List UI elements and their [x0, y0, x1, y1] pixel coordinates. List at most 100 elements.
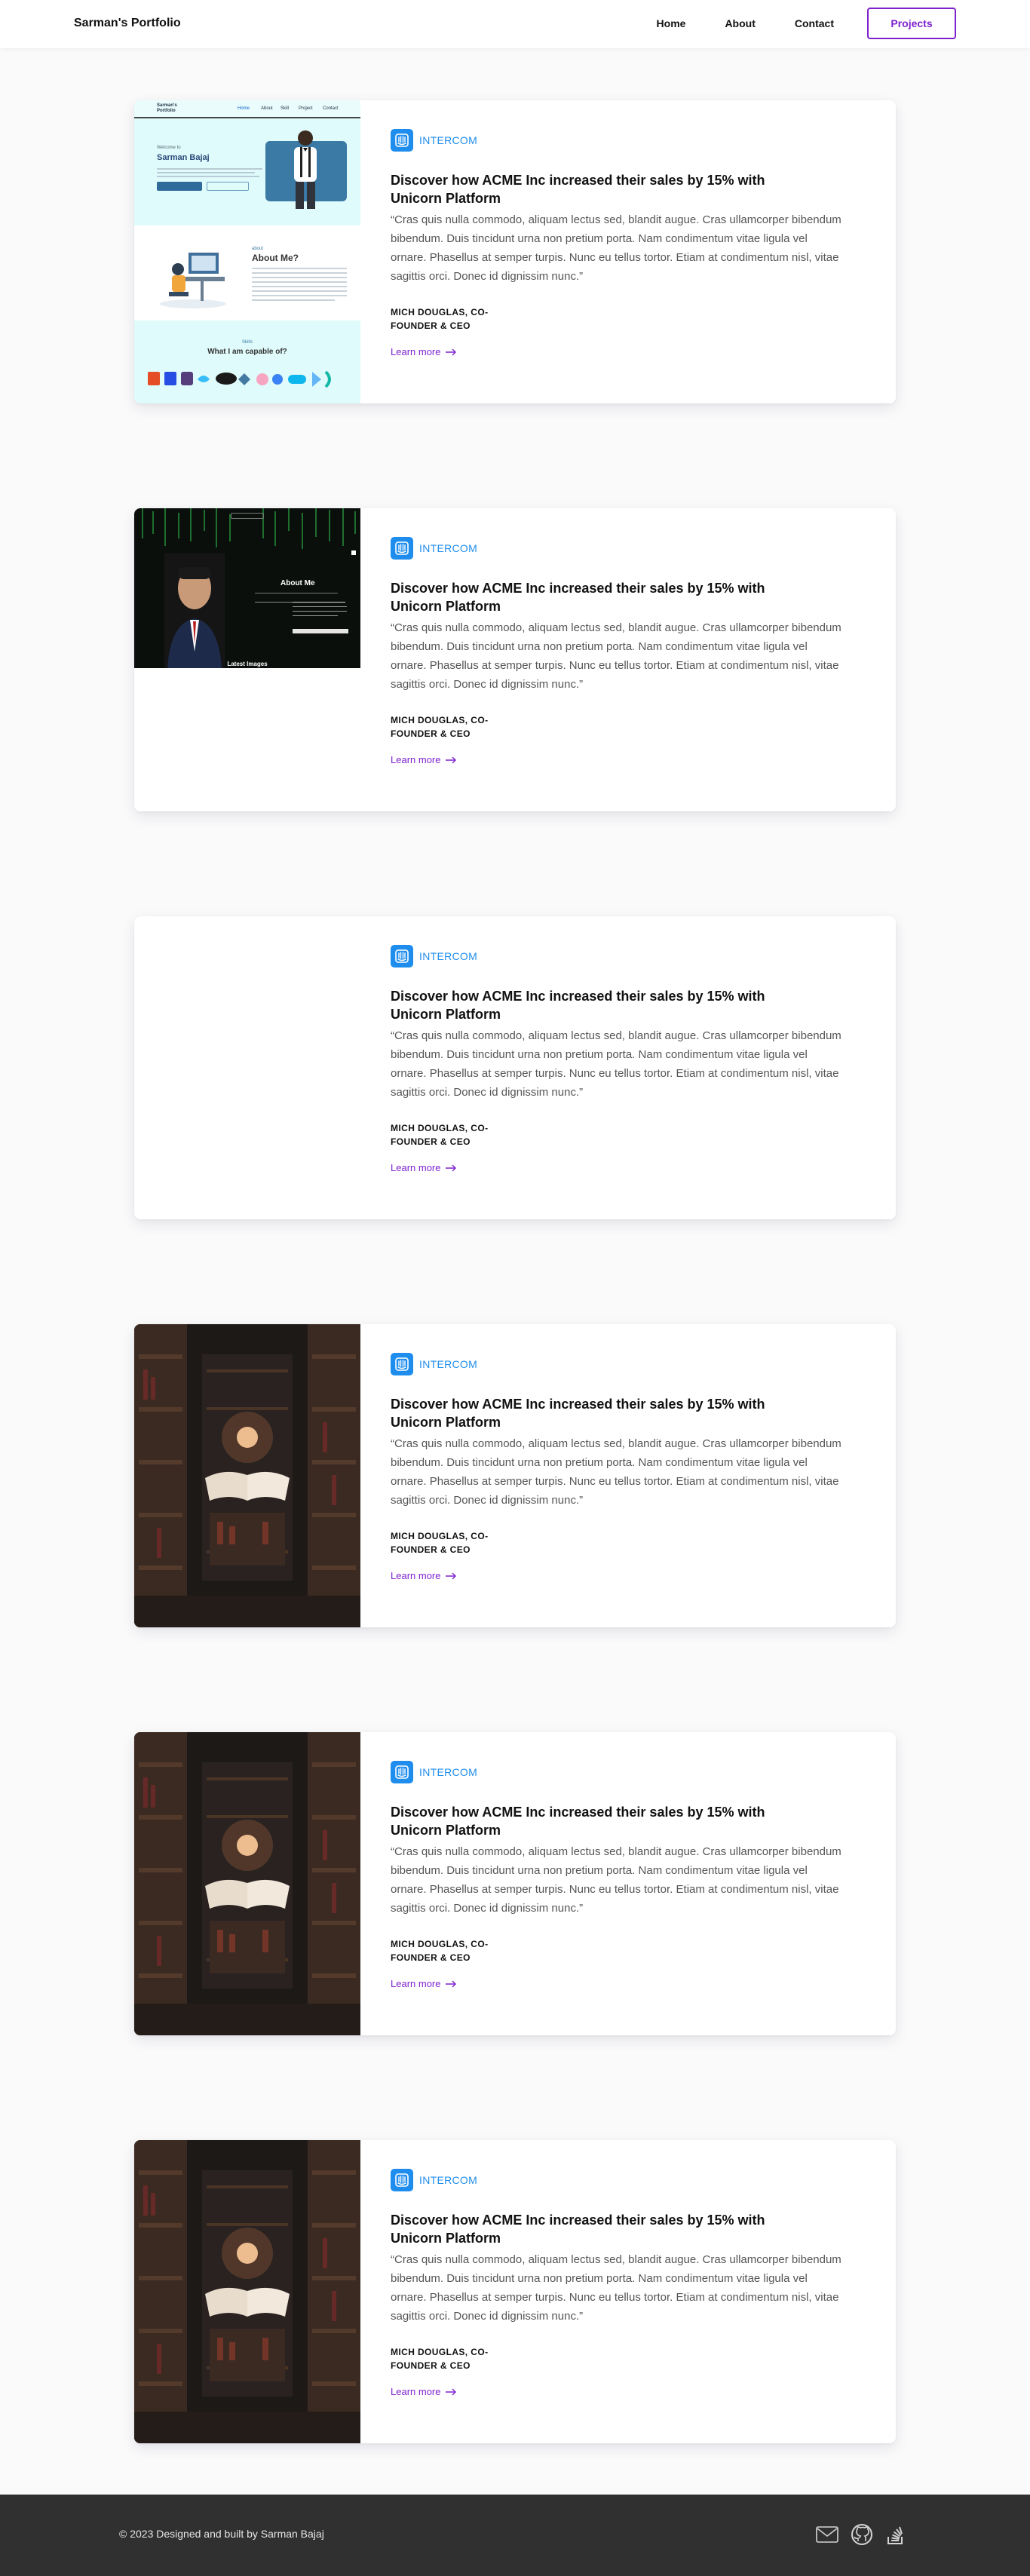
screenshot-about-title: About Me — [280, 579, 315, 587]
screenshot-nav-skill: Skill — [280, 106, 290, 111]
project-card: INTERCOM Discover how ACME Inc increased… — [134, 2140, 896, 2443]
arrow-right-icon — [446, 1980, 457, 1987]
card-title: Discover how ACME Inc increased their sa… — [391, 173, 765, 206]
desk-illustration — [160, 253, 226, 308]
copyright-text: © 2023 Designed and built by Sarman Baja… — [119, 2528, 324, 2540]
screenshot-brand: Sarman's Portfolio — [157, 103, 177, 113]
card-author: MICH DOUGLAS, CO-FOUNDER & CEO — [391, 1123, 489, 1147]
screenshot-about-kicker: about — [252, 247, 264, 251]
arrow-right-icon — [446, 2388, 457, 2395]
card-author: MICH DOUGLAS, CO-FOUNDER & CEO — [391, 1531, 489, 1555]
learn-more-label: Learn more — [391, 754, 441, 765]
company-badge: INTERCOM — [391, 2169, 866, 2191]
card-content: INTERCOM Discover how ACME Inc increased… — [391, 2169, 866, 2397]
arrow-right-icon — [446, 756, 457, 763]
company-name: INTERCOM — [419, 950, 478, 962]
library-image — [134, 1732, 360, 2035]
card-content: INTERCOM Discover how ACME Inc increased… — [391, 1761, 866, 1989]
card-author: MICH DOUGLAS, CO-FOUNDER & CEO — [391, 1939, 489, 1963]
library-image — [134, 2140, 360, 2443]
arrow-right-icon — [446, 348, 457, 355]
screenshot-skills-section — [134, 320, 360, 403]
card-title: Discover how ACME Inc increased their sa… — [391, 581, 765, 614]
company-badge: INTERCOM — [391, 537, 866, 560]
arrow-right-icon — [446, 1164, 457, 1171]
card-content: INTERCOM Discover how ACME Inc increased… — [391, 129, 866, 357]
person-illustration — [294, 130, 317, 209]
learn-more-label: Learn more — [391, 346, 441, 357]
card-author: MICH DOUGLAS, CO-FOUNDER & CEO — [391, 715, 489, 739]
screenshot-nav-project: Project — [299, 106, 313, 111]
intercom-icon — [391, 2169, 413, 2191]
learn-more-label: Learn more — [391, 1570, 441, 1581]
learn-more-label: Learn more — [391, 1978, 441, 1989]
person-photo — [164, 554, 225, 668]
screenshot-nav-about: About — [261, 106, 273, 111]
card-quote: “Cras quis nulla commodo, aliquam lectus… — [391, 621, 841, 691]
screenshot-latest-title: Latest Images — [227, 661, 268, 667]
card-content: INTERCOM Discover how ACME Inc increased… — [391, 1353, 866, 1581]
site-header: Sarman's Portfolio Home About Contact Pr… — [0, 0, 1030, 48]
intercom-icon — [391, 129, 413, 152]
card-quote: “Cras quis nulla commodo, aliquam lectus… — [391, 1029, 841, 1099]
card-content: INTERCOM Discover how ACME Inc increased… — [391, 537, 866, 765]
arrow-right-icon — [446, 1572, 457, 1579]
project-card: Sarman's Portfolio Home About Skill Proj… — [134, 100, 896, 403]
screenshot-skills-title: What I am capable of? — [207, 348, 287, 356]
nav-contact-link[interactable]: Contact — [775, 8, 854, 39]
library-image — [134, 1324, 360, 1627]
project-screenshot: Sarman's Portfolio Home About Skill Proj… — [134, 100, 360, 403]
social-links — [804, 2523, 906, 2546]
learn-more-link[interactable]: Learn more — [391, 1570, 866, 1581]
learn-more-label: Learn more — [391, 2386, 441, 2397]
card-title: Discover how ACME Inc increased their sa… — [391, 1805, 765, 1838]
project-card: INTERCOM Discover how ACME Inc increased… — [134, 916, 896, 1219]
project-screenshot: About Me Latest Images — [134, 508, 360, 811]
card-title: Discover how ACME Inc increased their sa… — [391, 2213, 765, 2246]
mail-icon[interactable] — [816, 2526, 838, 2543]
project-image-placeholder — [134, 916, 360, 1219]
learn-more-label: Learn more — [391, 1162, 441, 1173]
screenshot-cta — [157, 182, 202, 191]
projects-button[interactable]: Projects — [867, 8, 956, 39]
company-name: INTERCOM — [419, 1358, 478, 1370]
project-card: About Me Latest Images INTERCOM Discover… — [134, 508, 896, 811]
nav-home-link[interactable]: Home — [637, 8, 706, 39]
card-title: Discover how ACME Inc increased their sa… — [391, 1397, 765, 1430]
company-badge: INTERCOM — [391, 1353, 866, 1375]
company-badge: INTERCOM — [391, 1761, 866, 1783]
company-badge: INTERCOM — [391, 129, 866, 152]
card-quote: “Cras quis nulla commodo, aliquam lectus… — [391, 2253, 841, 2323]
intercom-icon — [391, 1353, 413, 1375]
site-footer: © 2023 Designed and built by Sarman Baja… — [0, 2495, 1030, 2576]
project-card: INTERCOM Discover how ACME Inc increased… — [134, 1732, 896, 2035]
card-author: MICH DOUGLAS, CO-FOUNDER & CEO — [391, 2347, 489, 2371]
card-quote: “Cras quis nulla commodo, aliquam lectus… — [391, 1845, 841, 1915]
card-quote: “Cras quis nulla commodo, aliquam lectus… — [391, 213, 841, 283]
learn-more-link[interactable]: Learn more — [391, 754, 866, 765]
intercom-icon — [391, 945, 413, 968]
card-title: Discover how ACME Inc increased their sa… — [391, 989, 765, 1022]
github-icon[interactable] — [851, 2523, 873, 2546]
stack-overflow-icon[interactable] — [885, 2523, 906, 2546]
company-name: INTERCOM — [419, 542, 478, 554]
project-card: INTERCOM Discover how ACME Inc increased… — [134, 1324, 896, 1627]
intercom-icon — [391, 1761, 413, 1783]
card-author: MICH DOUGLAS, CO-FOUNDER & CEO — [391, 307, 489, 331]
screenshot-skills-kicker: Skills — [241, 340, 253, 345]
learn-more-link[interactable]: Learn more — [391, 1162, 866, 1173]
brand-name[interactable]: Sarman's Portfolio — [74, 17, 181, 30]
skill-logos — [148, 370, 331, 388]
screenshot-nav-contact: Contact — [323, 106, 339, 111]
screenshot-name: Sarman Bajaj — [157, 153, 210, 162]
nav-about-link[interactable]: About — [705, 8, 774, 39]
intercom-icon — [391, 537, 413, 560]
screenshot-about-title: About Me? — [252, 253, 299, 263]
learn-more-link[interactable]: Learn more — [391, 346, 866, 357]
learn-more-link[interactable]: Learn more — [391, 2386, 866, 2397]
company-badge: INTERCOM — [391, 945, 866, 968]
learn-more-link[interactable]: Learn more — [391, 1978, 866, 1989]
company-name: INTERCOM — [419, 1766, 478, 1778]
company-name: INTERCOM — [419, 134, 478, 146]
card-content: INTERCOM Discover how ACME Inc increased… — [391, 945, 866, 1173]
